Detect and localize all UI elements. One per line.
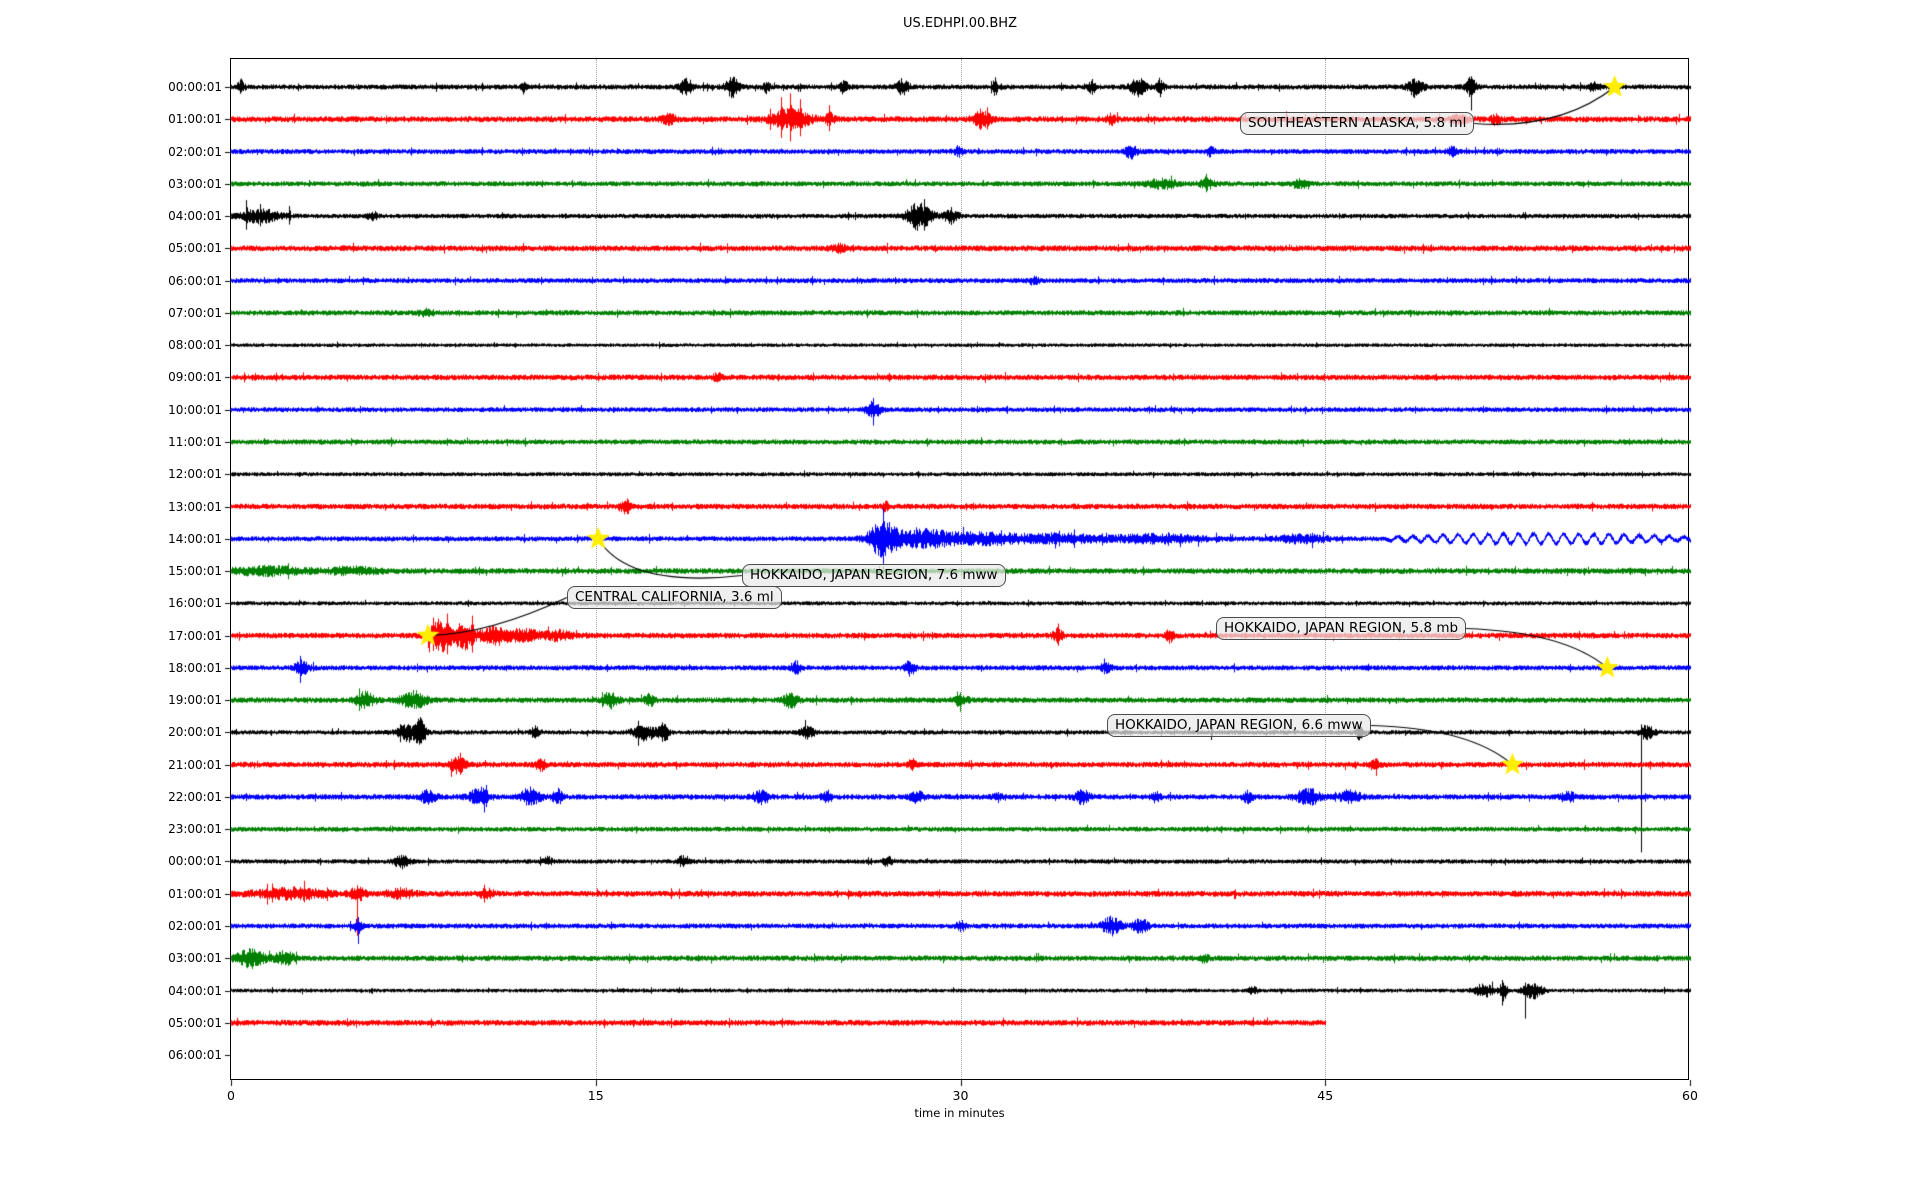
event-annotation: HOKKAIDO, JAPAN REGION, 5.8 mb [1216, 617, 1467, 640]
row-time-label: 06:00:01 [168, 273, 222, 288]
row-time-label: 06:00:01 [168, 1048, 222, 1063]
row-time-label: 04:00:01 [168, 983, 222, 998]
row-time-label: 02:00:01 [168, 144, 222, 159]
seismogram-canvas [0, 0, 1920, 1200]
row-time-label: 16:00:01 [168, 596, 222, 611]
row-time-label: 03:00:01 [168, 176, 222, 191]
row-time-label: 05:00:01 [168, 241, 222, 256]
x-tick-label: 0 [227, 1088, 235, 1103]
row-time-label: 07:00:01 [168, 305, 222, 320]
row-time-label: 15:00:01 [168, 564, 222, 579]
event-annotation: CENTRAL CALIFORNIA, 3.6 ml [567, 586, 782, 609]
row-time-label: 08:00:01 [168, 338, 222, 353]
row-time-label: 02:00:01 [168, 919, 222, 934]
row-time-label: 00:00:01 [168, 80, 222, 94]
row-time-label: 23:00:01 [168, 822, 222, 837]
row-time-label: 22:00:01 [168, 789, 222, 804]
event-annotation: HOKKAIDO, JAPAN REGION, 7.6 mww [742, 564, 1006, 587]
row-time-label: 01:00:01 [168, 886, 222, 901]
row-time-label: 04:00:01 [168, 209, 222, 224]
row-time-label: 09:00:01 [168, 370, 222, 385]
event-annotation: HOKKAIDO, JAPAN REGION, 6.6 mww [1107, 714, 1371, 737]
row-time-label: 18:00:01 [168, 660, 222, 675]
row-time-label: 01:00:01 [168, 112, 222, 127]
row-time-label: 12:00:01 [168, 467, 222, 482]
row-time-label: 10:00:01 [168, 402, 222, 417]
x-tick-label: 30 [952, 1088, 969, 1103]
row-time-label: 17:00:01 [168, 628, 222, 643]
row-time-label: 21:00:01 [168, 757, 222, 772]
seismogram-figure: US.EDHPI.00.BHZ 00:00:0101:00:0102:00:01… [0, 0, 1920, 1200]
x-tick-label: 15 [587, 1088, 604, 1103]
row-time-label: 05:00:01 [168, 1015, 222, 1030]
row-time-label: 03:00:01 [168, 951, 222, 966]
x-axis-label: time in minutes [914, 1106, 1005, 1120]
x-tick-label: 45 [1317, 1088, 1334, 1103]
row-time-label: 19:00:01 [168, 693, 222, 708]
row-time-label: 20:00:01 [168, 725, 222, 740]
row-time-label: 14:00:01 [168, 531, 222, 546]
row-time-label: 00:00:01 [168, 854, 222, 869]
x-tick-label: 60 [1682, 1088, 1698, 1103]
row-time-label: 13:00:01 [168, 499, 222, 514]
event-annotation: SOUTHEASTERN ALASKA, 5.8 ml [1240, 112, 1475, 135]
row-time-label: 11:00:01 [168, 434, 222, 449]
